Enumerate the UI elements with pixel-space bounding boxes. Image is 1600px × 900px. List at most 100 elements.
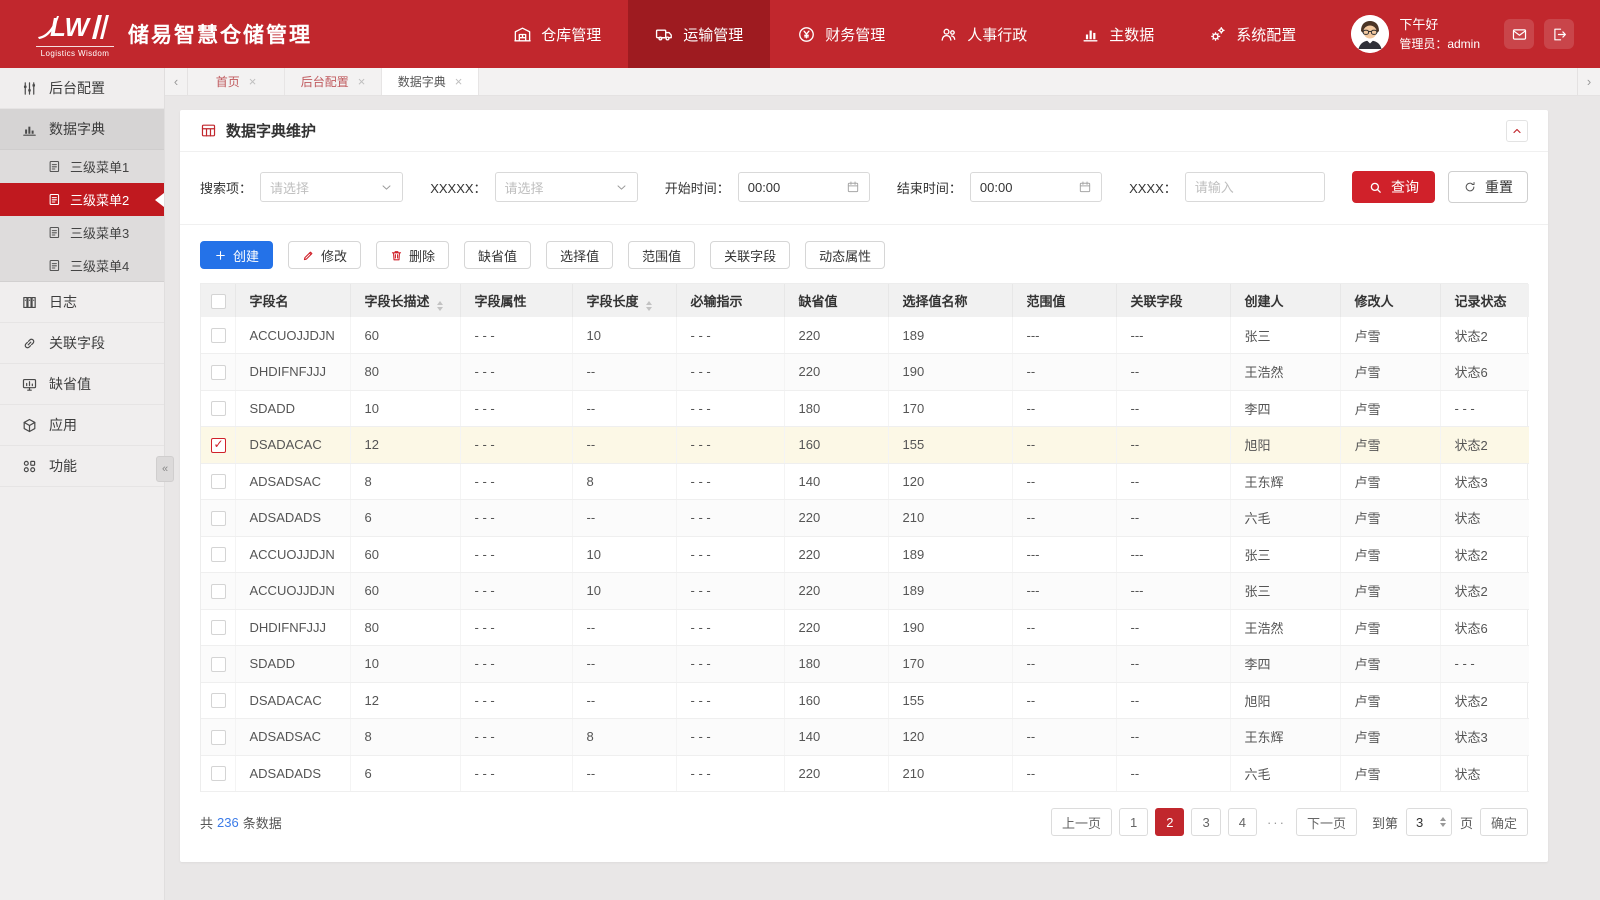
sidebar-item-logs[interactable]: 日志 <box>0 282 164 323</box>
sidebar-item-functions[interactable]: 功能 <box>0 446 164 487</box>
page-button-3[interactable]: 3 <box>1191 808 1221 836</box>
table-row[interactable]: DSADACAC12- - ---- - -160155----旭阳卢雪状态2 <box>201 426 1529 464</box>
table-row[interactable]: SDADD 10- - - -- - - -180 170 -- -- 李四 卢雪 - - - <box>201 645 1529 683</box>
row-checkbox[interactable] <box>211 547 226 563</box>
page-jump-input[interactable] <box>1405 808 1452 836</box>
delete-button[interactable]: 删除 <box>376 241 450 269</box>
nav-item-hr-admin[interactable]: 人事行政 <box>912 0 1054 68</box>
total-number[interactable]: 236 <box>217 815 239 830</box>
tabs-scroll-right-icon[interactable]: › <box>1577 68 1600 95</box>
nav-item-system-config[interactable]: 系统配置 <box>1181 0 1323 68</box>
pagination: 上一页1234 ··· 下一页到第 页确定 <box>1050 808 1528 836</box>
xxxx-input-field[interactable] <box>1194 179 1315 195</box>
next-page-button[interactable]: 下一页 <box>1295 808 1357 836</box>
tab-close-icon[interactable]: × <box>455 75 463 88</box>
row-checkbox[interactable] <box>211 364 226 380</box>
table-row[interactable]: DHDIFNFJJJ 80- - - -- - - -220 190 -- -- 王浩然 卢雪状… <box>201 609 1529 646</box>
row-checkbox[interactable] <box>211 474 226 490</box>
tab-backend-config[interactable]: 后台配置 × <box>285 68 382 95</box>
nav-item-transport-mgmt[interactable]: 运输管理 <box>628 0 771 68</box>
table-row[interactable]: ACCUOJJDJN 60- - -10- - -220 189 --- --- 张三 卢雪… <box>201 536 1529 573</box>
sidebar-item-backend-config[interactable]: 后台配置 <box>0 68 164 109</box>
select-value-button[interactable]: 选择值 <box>546 241 614 269</box>
range-value-button[interactable]: 范围值 <box>628 241 696 269</box>
tab-close-icon[interactable]: × <box>358 75 366 88</box>
row-checkbox[interactable] <box>211 401 226 417</box>
end-time-input[interactable] <box>969 172 1102 202</box>
truck-icon <box>655 25 674 44</box>
page-button-1[interactable]: 1 <box>1119 808 1149 836</box>
pages-ellipsis[interactable]: ··· <box>1264 815 1289 830</box>
search-item-select[interactable]: 请选择 <box>260 172 404 202</box>
filter-bar: 搜索项： 请选择 XXXXX： 请选择 开始时间： 00:00 结束时间： 00… <box>180 152 1548 225</box>
cell-creator: 张三 <box>1230 317 1341 354</box>
row-checkbox[interactable] <box>211 328 226 344</box>
mail-button[interactable] <box>1504 19 1534 49</box>
avatar[interactable] <box>1351 15 1390 53</box>
sidebar-item-submenu-2[interactable]: 三级菜单2 <box>0 183 164 216</box>
start-time-input[interactable] <box>737 172 870 202</box>
sidebar-item-applications[interactable]: 应用 <box>0 405 164 446</box>
query-button[interactable]: 查询 <box>1351 171 1435 203</box>
nav-item-finance-mgmt[interactable]: 财务管理 <box>770 0 912 68</box>
xxxxx-select[interactable]: 请选择 <box>494 172 638 202</box>
table-row[interactable]: DSADACAC12- - ---- - -160155----旭阳卢雪状态2 <box>201 682 1529 719</box>
reset-button[interactable]: 重置 <box>1447 171 1528 203</box>
content-body: 数据字典维护 搜索项： 请选择 XXXXX： 请选择 开始时间： 00:00 结… <box>165 96 1600 900</box>
page-jump-value[interactable] <box>1415 814 1435 830</box>
row-checkbox[interactable] <box>211 766 226 782</box>
sidebar-item-data-dictionary[interactable]: 数据字典 <box>0 109 164 150</box>
sidebar-item-submenu-3[interactable]: 三级菜单3 <box>0 216 164 249</box>
table-row[interactable]: SDADD 10- - - -- - - -180 170 -- -- 李四 卢雪 - - - <box>201 390 1529 427</box>
sidebar-item-submenu-4[interactable]: 三级菜单4 <box>0 249 164 282</box>
row-checkbox[interactable] <box>211 729 226 745</box>
edit-button[interactable]: 修改 <box>288 241 362 269</box>
end-time-value[interactable] <box>979 179 1078 195</box>
start-time-value[interactable] <box>747 179 846 195</box>
sort-icon[interactable] <box>436 300 443 311</box>
cell-field-attr: - - - <box>460 463 573 500</box>
table-row[interactable]: DHDIFNFJJJ 80- - - -- - - -220 190 -- -- 王浩然 卢雪状… <box>201 353 1529 391</box>
table-row[interactable]: ADSADADS 6- - - -- - - -220 210 -- -- 六毛 卢雪 状态 <box>201 755 1529 792</box>
table-row[interactable]: ADSADADS 6- - - -- - - -220 210 -- -- 六毛 卢雪 状态 <box>201 499 1529 537</box>
select-all-checkbox[interactable] <box>211 293 226 309</box>
default-value-button[interactable]: 缺省值 <box>464 241 532 269</box>
table-row[interactable]: ADSADSAC 8- - -8- - -140 120 -- -- 王东辉 卢雪 状态3 <box>201 718 1529 756</box>
cell-field-attr: - - - <box>460 499 573 537</box>
brand[interactable]: LW Logistics Wisdom 储易智慧仓储管理 <box>0 0 312 68</box>
page-button-2[interactable]: 2 <box>1155 808 1185 836</box>
nav-item-master-data[interactable]: 主数据 <box>1054 0 1181 68</box>
nav-item-warehouse-mgmt[interactable]: 仓库管理 <box>486 0 628 68</box>
row-checkbox[interactable] <box>211 437 226 453</box>
sidebar-item-related-fields[interactable]: 关联字段 <box>0 323 164 364</box>
related-field-button[interactable]: 关联字段 <box>710 241 791 269</box>
tab-close-icon[interactable]: × <box>249 75 257 88</box>
sidebar-collapse-handle[interactable]: « <box>156 456 174 482</box>
sidebar-item-default-values[interactable]: 缺省值 <box>0 364 164 405</box>
dynamic-attr-button[interactable]: 动态属性 <box>805 241 886 269</box>
xxxx-input[interactable] <box>1184 172 1325 202</box>
create-button[interactable]: 创建 <box>200 241 274 269</box>
table-row[interactable]: ADSADSAC 8- - -8- - -140 120 -- -- 王东辉 卢雪 状态3 <box>201 463 1529 500</box>
tabs-scroll-left-icon[interactable]: ‹ <box>165 68 188 95</box>
page-button-4[interactable]: 4 <box>1227 808 1257 836</box>
tab-home[interactable]: 首页 × <box>188 68 285 95</box>
row-checkbox[interactable] <box>211 693 226 709</box>
sort-icon[interactable] <box>645 300 652 311</box>
page-jump-spinner[interactable] <box>1439 809 1446 835</box>
table-row[interactable]: ACCUOJJDJN 60- - -10- - -220 189 --- --- 张三 卢雪… <box>201 317 1529 354</box>
column-header-field-desc-length[interactable]: 字段长描述 <box>350 284 461 317</box>
logout-button[interactable] <box>1544 19 1574 49</box>
table-row[interactable]: ACCUOJJDJN 60- - -10- - -220 189 --- --- 张三 卢雪… <box>201 572 1529 610</box>
confirm-page-button[interactable]: 确定 <box>1479 808 1528 836</box>
prev-page-button[interactable]: 上一页 <box>1050 808 1112 836</box>
row-checkbox[interactable] <box>211 620 226 636</box>
row-checkbox[interactable] <box>211 656 226 672</box>
panel-collapse-button[interactable] <box>1506 119 1528 142</box>
tab-data-dictionary[interactable]: 数据字典 × <box>382 68 479 95</box>
row-checkbox[interactable] <box>211 583 226 599</box>
row-checkbox[interactable] <box>211 510 226 526</box>
column-header-field-length[interactable]: 字段长度 <box>572 284 677 317</box>
sidebar-item-submenu-1[interactable]: 三级菜单1 <box>0 150 164 183</box>
cell-field-desc-length: 80 <box>350 609 461 646</box>
